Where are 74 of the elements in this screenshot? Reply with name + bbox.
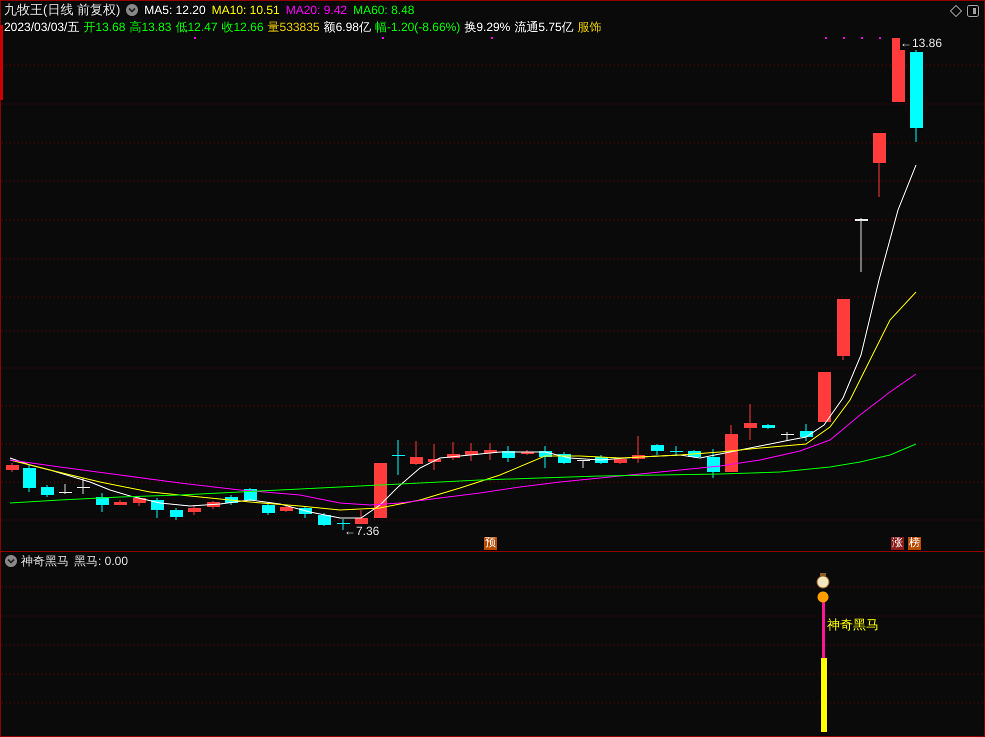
quote-value: 流通5.75亿 bbox=[514, 19, 574, 35]
quote-value: 额6.98亿 bbox=[324, 19, 371, 35]
candle bbox=[151, 498, 164, 518]
collapse-icon[interactable] bbox=[5, 555, 17, 567]
candle bbox=[59, 484, 72, 494]
candle bbox=[725, 424, 738, 472]
candle bbox=[781, 432, 794, 442]
candle bbox=[77, 478, 90, 494]
candle bbox=[762, 424, 775, 430]
candle bbox=[428, 444, 441, 470]
ma-value: MA20: 9.42 bbox=[286, 2, 348, 18]
candle bbox=[225, 494, 238, 506]
candle bbox=[577, 460, 590, 468]
candle bbox=[614, 458, 627, 464]
candle bbox=[280, 504, 293, 512]
ma-value: MA5: 12.20 bbox=[144, 2, 206, 18]
candle bbox=[800, 424, 813, 442]
candle bbox=[837, 298, 850, 360]
price-label: ←13.86 bbox=[900, 36, 942, 50]
candle bbox=[114, 500, 127, 506]
panel-toggle-icon[interactable] bbox=[967, 5, 979, 17]
candle bbox=[133, 496, 146, 506]
candle bbox=[502, 446, 515, 462]
candle bbox=[318, 512, 331, 526]
indicator-title: 神奇黑马 bbox=[21, 554, 69, 568]
chart-marker: 预 bbox=[484, 537, 497, 550]
quote-value: 2023/03/03/五 bbox=[4, 19, 80, 35]
quote-value: 幅-1.20(-8.66%) bbox=[374, 19, 460, 35]
candle bbox=[6, 462, 19, 472]
candle bbox=[484, 442, 497, 460]
diamond-icon[interactable] bbox=[950, 5, 962, 17]
quote-value: 换9.29% bbox=[464, 19, 510, 35]
candle bbox=[707, 448, 720, 478]
chart-marker: 榜 bbox=[908, 537, 921, 550]
ma-value: MA60: 8.48 bbox=[353, 2, 414, 18]
signal-label: 神奇黑马 bbox=[827, 617, 879, 632]
collapse-icon[interactable] bbox=[126, 4, 138, 16]
candle bbox=[447, 442, 460, 460]
candle bbox=[374, 462, 387, 518]
candle bbox=[392, 440, 405, 476]
candle bbox=[744, 404, 757, 440]
candle bbox=[262, 502, 275, 516]
quote-value: 开13.68 bbox=[83, 19, 126, 35]
price-label: ←7.36 bbox=[344, 524, 380, 538]
money-bag-icon bbox=[816, 573, 830, 588]
signal-line bbox=[822, 600, 825, 658]
quote-value: 收12.66 bbox=[222, 19, 264, 35]
candle bbox=[521, 450, 534, 456]
candle bbox=[96, 492, 109, 512]
candle bbox=[632, 436, 645, 464]
candle bbox=[818, 372, 831, 422]
candle bbox=[23, 464, 36, 492]
candle bbox=[595, 454, 608, 464]
candle bbox=[651, 444, 664, 456]
candle bbox=[539, 446, 552, 468]
candle bbox=[410, 440, 423, 466]
quote-value: 高13.83 bbox=[129, 19, 172, 35]
fruit-icon bbox=[818, 592, 828, 602]
candle bbox=[299, 506, 312, 518]
candle bbox=[207, 500, 220, 510]
ma-value: MA10: 10.51 bbox=[212, 2, 280, 18]
candle bbox=[188, 506, 201, 516]
quote-value: 低12.47 bbox=[175, 19, 218, 35]
candle bbox=[670, 446, 683, 456]
candle bbox=[855, 218, 868, 272]
quote-value: 服饰 bbox=[578, 19, 602, 35]
chart-title: 九牧王(日线 前复权) bbox=[4, 2, 120, 18]
candle bbox=[41, 484, 54, 498]
candle bbox=[465, 442, 478, 462]
chart-marker: 涨 bbox=[891, 537, 904, 550]
indicator-readout: 黑马: 0.00 bbox=[74, 554, 128, 568]
candle bbox=[170, 508, 183, 520]
quote-value: 量533835 bbox=[268, 19, 320, 35]
candle bbox=[873, 132, 886, 198]
